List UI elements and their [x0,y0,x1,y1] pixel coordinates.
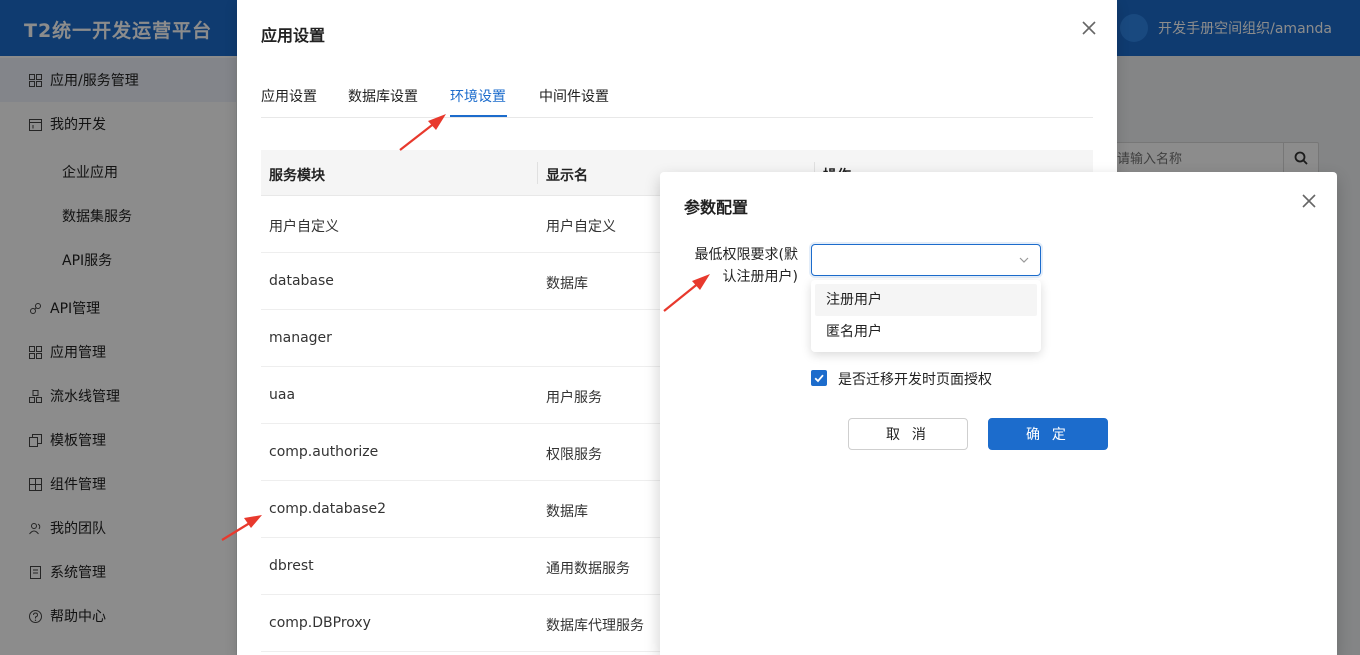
chevron-down-icon [1019,257,1029,263]
close-button[interactable] [1079,18,1099,38]
cell-module: database [269,273,334,289]
option-registered-user[interactable]: 注册用户 [815,284,1037,316]
cell-module: uaa [269,387,296,403]
permission-dropdown: 注册用户 匿名用户 [811,280,1041,352]
cell-display-name: 数据库代理服务 [546,618,644,634]
dialog-title: 应用设置 [261,26,326,45]
option-anonymous-user[interactable]: 匿名用户 [815,316,1037,348]
migrate-auth-label[interactable]: 是否迁移开发时页面授权 [838,369,992,389]
cell-module: comp.authorize [269,444,379,460]
label-line: 最低权限要求(默 [694,247,798,263]
close-button[interactable] [1299,191,1319,211]
close-icon [1302,194,1316,208]
column-divider [537,162,538,184]
cell-display-name: 用户服务 [546,390,602,406]
check-icon [814,374,824,383]
column-header: 显示名 [546,168,588,184]
cell-module: dbrest [269,558,314,574]
min-permission-label: 最低权限要求(默 认注册用户) [688,244,798,288]
cancel-button[interactable]: 取 消 [848,418,968,450]
tab-middleware-settings[interactable]: 中间件设置 [539,86,609,106]
tab-environment-settings[interactable]: 环境设置 [450,86,506,106]
tab-app-settings[interactable]: 应用设置 [261,86,317,106]
settings-tabs: 应用设置 数据库设置 环境设置 中间件设置 [261,72,1093,118]
dialog-title: 参数配置 [684,198,749,217]
param-config-dialog: 参数配置 最低权限要求(默 认注册用户) 注册用户 匿名用户 是否迁移开发时页面… [660,172,1337,655]
tab-database-settings[interactable]: 数据库设置 [348,86,418,106]
min-permission-select[interactable] [811,244,1041,276]
cell-display-name: 数据库 [546,504,588,520]
cell-display-name: 权限服务 [546,447,602,463]
cell-display-name: 用户自定义 [546,219,616,235]
cell-module: 用户自定义 [269,219,339,235]
column-header: 服务模块 [269,168,325,184]
active-tab-indicator [450,115,507,117]
close-icon [1082,21,1096,35]
label-line: 认注册用户) [722,269,798,285]
cell-display-name: 数据库 [546,276,588,292]
cell-module: manager [269,330,332,346]
cell-module: comp.DBProxy [269,615,371,631]
migrate-auth-checkbox[interactable] [811,370,827,386]
confirm-button[interactable]: 确 定 [988,418,1108,450]
cell-module: comp.database2 [269,501,387,517]
cell-display-name: 通用数据服务 [546,561,630,577]
